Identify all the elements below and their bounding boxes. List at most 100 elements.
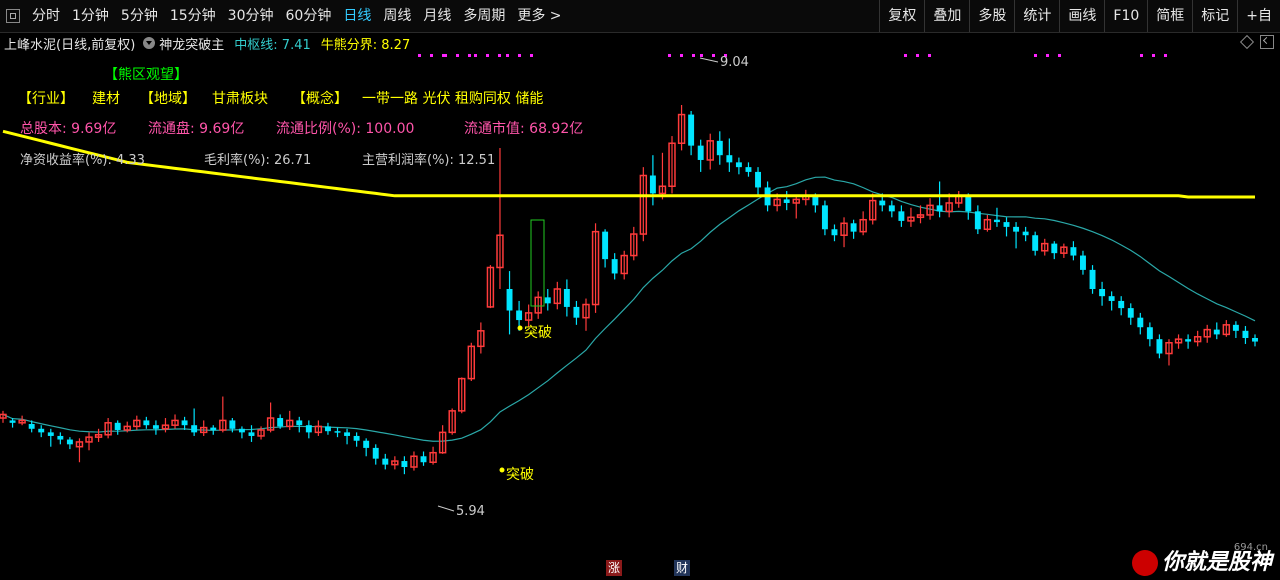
candle[interactable] [639,167,648,242]
candle[interactable] [181,416,188,430]
toolbar-button-1[interactable]: 叠加 [924,0,969,32]
candle[interactable] [429,446,437,465]
candle[interactable] [152,420,159,435]
candle[interactable] [553,281,562,310]
layout-icon[interactable] [6,9,20,23]
candle[interactable] [602,229,609,268]
candle[interactable] [104,418,112,439]
candle[interactable] [1203,324,1211,343]
candle[interactable] [1165,339,1173,366]
limit-up-badge[interactable]: 涨 [606,560,622,576]
candle[interactable] [238,426,245,439]
candle[interactable] [955,191,963,208]
candle[interactable] [993,207,1000,227]
candle[interactable] [1041,238,1049,256]
candle[interactable] [868,193,877,225]
candle[interactable] [75,438,84,463]
tab-period-7[interactable]: 周线 [377,0,417,32]
toolbar-button-8[interactable]: +自 [1237,0,1280,32]
candle[interactable] [1032,231,1039,256]
candle[interactable] [438,425,447,454]
candle[interactable] [47,428,54,447]
candle[interactable] [0,410,7,423]
candle[interactable] [726,138,733,172]
candle[interactable] [668,136,676,194]
candle[interactable] [802,189,810,206]
candle[interactable] [563,279,570,317]
candle[interactable] [324,422,331,435]
candle[interactable] [1099,281,1106,306]
candle[interactable] [420,451,427,466]
candle[interactable] [936,181,943,218]
candle[interactable] [1193,330,1202,347]
candle[interactable] [1222,320,1231,337]
tab-period-9[interactable]: 多周期 [457,0,511,32]
candle[interactable] [486,265,495,309]
candle[interactable] [1022,226,1029,242]
candle[interactable] [534,291,542,319]
candle[interactable] [697,139,704,172]
candle[interactable] [353,432,360,447]
candle[interactable] [9,418,16,428]
tab-period-1[interactable]: 1分钟 [66,0,115,32]
candle[interactable] [66,437,73,450]
candle[interactable] [630,226,638,261]
candle[interactable] [1156,334,1163,359]
toolbar-button-2[interactable]: 多股 [969,0,1014,32]
candle[interactable] [210,425,217,435]
toolbar-button-6[interactable]: 简框 [1147,0,1192,32]
candle[interactable] [363,438,370,457]
tab-period-4[interactable]: 30分钟 [222,0,280,32]
candle[interactable] [850,219,857,239]
toolbar-button-5[interactable]: F10 [1104,0,1147,32]
candle[interactable] [286,410,294,430]
candle[interactable] [1013,222,1020,249]
candle[interactable] [898,205,905,227]
candle[interactable] [458,377,466,414]
candle[interactable] [1070,241,1077,261]
candle[interactable] [94,428,103,442]
tab-period-6[interactable]: 日线 [337,0,377,32]
candle[interactable] [114,420,121,435]
candle[interactable] [974,205,981,235]
candle[interactable] [1174,334,1183,349]
candle[interactable] [907,207,915,227]
candle[interactable] [1060,243,1068,258]
candle[interactable] [448,408,456,435]
candle[interactable] [171,414,179,429]
finance-badge[interactable]: 财 [674,560,690,576]
candle[interactable] [688,110,695,156]
candle[interactable] [191,408,198,436]
candle[interactable] [658,152,667,200]
candle[interactable] [1137,312,1144,335]
diamond-icon[interactable] [1239,34,1255,50]
candle[interactable] [334,427,341,438]
candle[interactable] [983,214,992,232]
candle[interactable] [382,453,389,470]
candle[interactable] [85,432,93,451]
candle[interactable] [755,167,761,196]
candle[interactable] [391,456,399,470]
toolbar-button-7[interactable]: 标记 [1192,0,1237,32]
candle[interactable] [716,131,723,165]
candle[interactable] [1242,326,1249,344]
candle[interactable] [410,451,418,471]
candle[interactable] [620,250,628,280]
candle[interactable] [467,342,476,381]
candle[interactable] [199,420,208,436]
candle[interactable] [888,200,895,218]
candle[interactable] [611,253,618,280]
tab-period-10[interactable]: 更多 > [511,0,567,32]
candle[interactable] [783,191,790,211]
candle[interactable] [496,148,504,289]
candle[interactable] [831,224,838,242]
candle[interactable] [401,456,408,475]
candle[interactable] [344,428,351,445]
candle[interactable] [161,418,170,433]
candle[interactable] [1232,321,1239,338]
candle[interactable] [1146,322,1153,347]
candle[interactable] [372,444,379,465]
toolbar-button-4[interactable]: 画线 [1059,0,1104,32]
candle[interactable] [1080,250,1086,275]
candle[interactable] [1089,265,1096,294]
